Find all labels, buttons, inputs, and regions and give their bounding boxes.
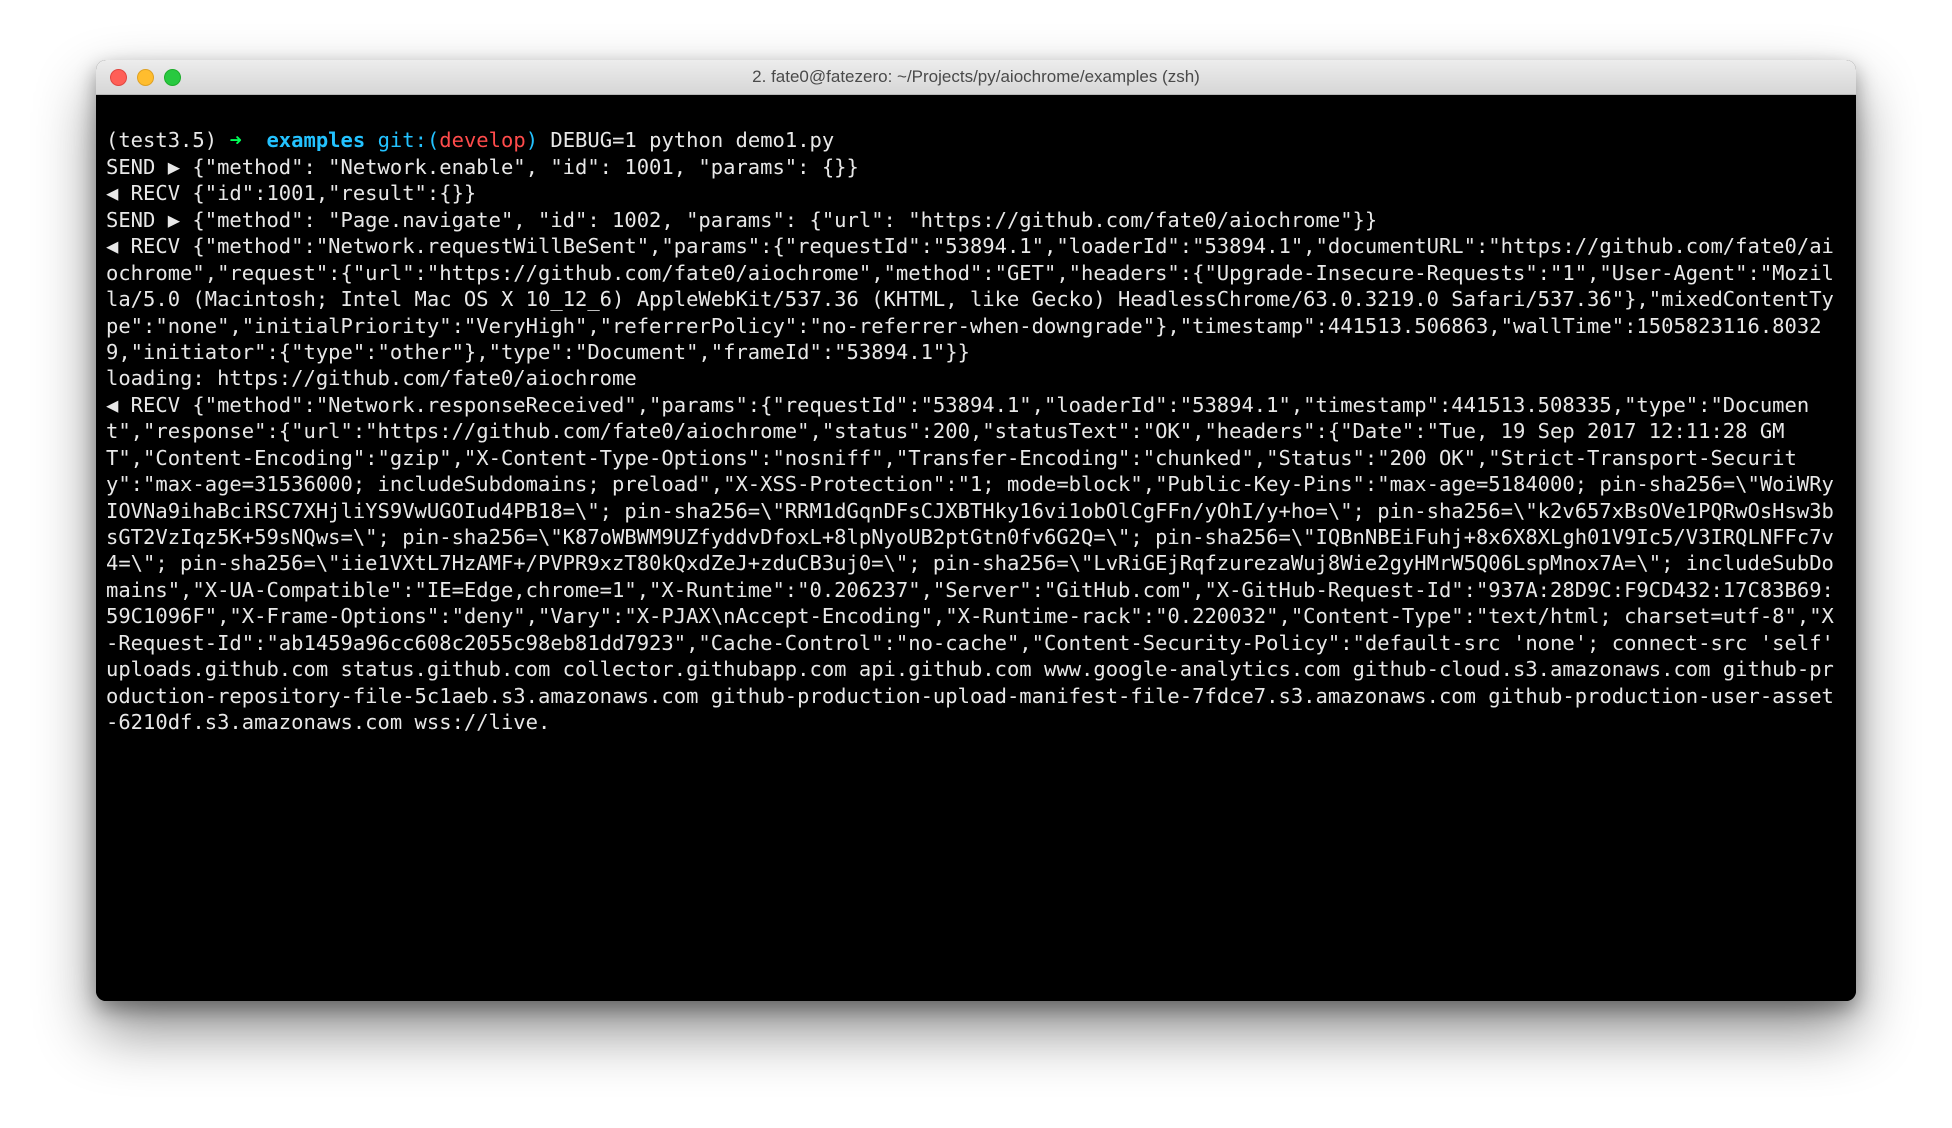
prompt-cwd: examples <box>266 128 365 152</box>
terminal-body[interactable]: (test3.5) ➜ examples git:(develop) DEBUG… <box>96 95 1856 1001</box>
prompt-paren-close: ) <box>526 128 538 152</box>
close-window-button[interactable] <box>110 69 127 86</box>
prompt-venv: (test3.5) <box>106 128 217 152</box>
window-titlebar: 2. fate0@fatezero: ~/Projects/py/aiochro… <box>96 60 1856 95</box>
prompt-git-label: git: <box>378 128 427 152</box>
prompt-paren-open: ( <box>427 128 439 152</box>
traffic-lights <box>110 69 181 86</box>
window-title: 2. fate0@fatezero: ~/Projects/py/aiochro… <box>96 67 1856 87</box>
prompt-arrow-icon: ➜ <box>229 128 241 152</box>
zoom-window-button[interactable] <box>164 69 181 86</box>
terminal-output: SEND ▶ {"method": "Network.enable", "id"… <box>106 155 1846 734</box>
minimize-window-button[interactable] <box>137 69 154 86</box>
prompt-line: (test3.5) ➜ examples git:(develop) DEBUG… <box>106 128 834 152</box>
prompt-command: DEBUG=1 python demo1.py <box>550 128 834 152</box>
prompt-branch: develop <box>439 128 525 152</box>
terminal-window: 2. fate0@fatezero: ~/Projects/py/aiochro… <box>96 60 1856 1001</box>
